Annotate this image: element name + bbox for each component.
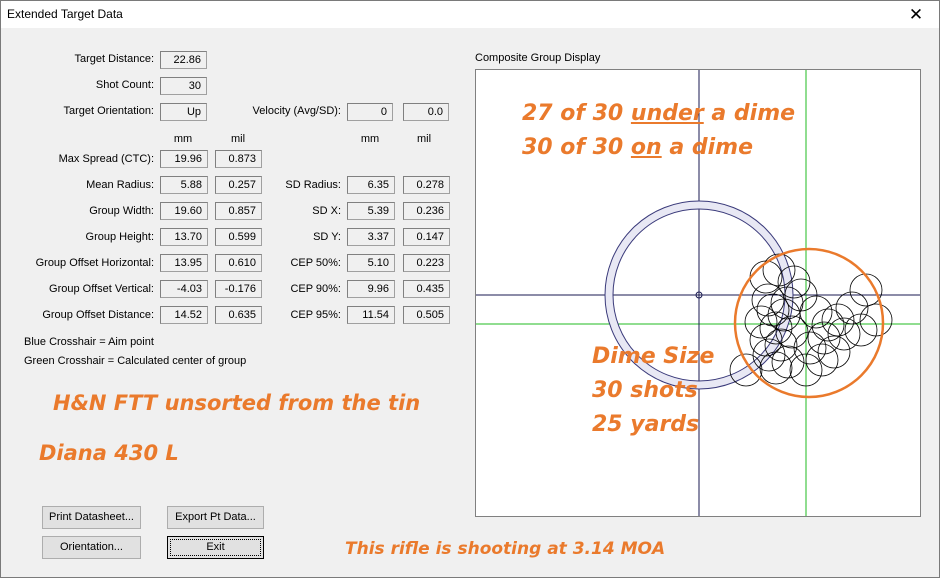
group-offset-distance-label: Group Offset Distance: <box>42 309 154 321</box>
cep-95-mil: 0.505 <box>403 306 450 324</box>
sd-x-label: SD X: <box>312 205 341 217</box>
sd-y-mil: 0.147 <box>403 228 450 246</box>
left-mil-header: mil <box>230 133 246 145</box>
export-pt-data-button[interactable]: Export Pt Data... <box>167 506 264 529</box>
group-offset-distance-mm: 14.52 <box>160 306 208 324</box>
extended-target-data-window: Extended Target Data ✕ Target Distance: … <box>0 0 940 578</box>
cep-95-label: CEP 95%: <box>290 309 341 321</box>
under-dime-annotation: 27 of 30 under a dime <box>522 101 796 126</box>
shot-hole <box>849 273 883 307</box>
sd-radius-mil: 0.278 <box>403 176 450 194</box>
group-height-mil: 0.599 <box>215 228 262 246</box>
max-spread-mil: 0.873 <box>215 150 262 168</box>
velocity-label: Velocity (Avg/SD): <box>252 105 341 117</box>
group-offset-vertical-label: Group Offset Vertical: <box>49 283 154 295</box>
shot-count-annotation: 30 shots <box>592 378 698 403</box>
close-icon[interactable]: ✕ <box>893 1 939 28</box>
sd-y-mm: 3.37 <box>347 228 395 246</box>
max-spread-label: Max Spread (CTC): <box>58 153 154 165</box>
composite-group-display: 27 of 30 under a dime 30 of 30 on a dime… <box>475 69 921 517</box>
group-height-label: Group Height: <box>85 231 154 243</box>
group-offset-horizontal-label: Group Offset Horizontal: <box>35 257 154 269</box>
shot-hole <box>771 345 805 379</box>
group-offset-distance-mil: 0.635 <box>215 306 262 324</box>
target-distance-label: Target Distance: <box>74 53 154 65</box>
shot-hole <box>859 303 893 337</box>
group-offset-horizontal-mm: 13.95 <box>160 254 208 272</box>
group-height-mm: 13.70 <box>160 228 208 246</box>
velocity-sd-value: 0.0 <box>403 103 449 121</box>
shot-hole <box>844 313 878 347</box>
cep-50-mm: 5.10 <box>347 254 395 272</box>
shot-hole <box>807 321 841 355</box>
group-offset-vertical-mm: -4.03 <box>160 280 208 298</box>
target-orientation-label: Target Orientation: <box>63 105 155 117</box>
sd-x-mm: 5.39 <box>347 202 395 220</box>
orientation-button[interactable]: Orientation... <box>42 536 141 559</box>
shot-hole <box>821 303 855 337</box>
mean-radius-mil: 0.257 <box>215 176 262 194</box>
cep-90-mm: 9.96 <box>347 280 395 298</box>
cep-50-label: CEP 50%: <box>290 257 341 269</box>
velocity-avg-value: 0 <box>347 103 393 121</box>
left-mm-header: mm <box>173 133 193 145</box>
group-width-label: Group Width: <box>89 205 154 217</box>
sd-radius-mm: 6.35 <box>347 176 395 194</box>
right-mm-header: mm <box>360 133 380 145</box>
distance-annotation: 25 yards <box>592 412 700 437</box>
print-datasheet-button[interactable]: Print Datasheet... <box>42 506 141 529</box>
shot-hole <box>759 351 793 385</box>
green-crosshair-legend: Green Crosshair = Calculated center of g… <box>24 355 247 367</box>
dime-size-annotation: Dime Size <box>592 344 715 369</box>
max-spread-mm: 19.96 <box>160 150 208 168</box>
composite-group-display-title: Composite Group Display <box>475 52 601 64</box>
mean-radius-mm: 5.88 <box>160 176 208 194</box>
dime-circle <box>733 247 885 399</box>
group-width-mil: 0.857 <box>215 202 262 220</box>
sd-radius-label: SD Radius: <box>285 179 341 191</box>
shot-hole <box>835 291 869 325</box>
group-offset-horizontal-mil: 0.610 <box>215 254 262 272</box>
group-offset-vertical-mil: -0.176 <box>215 280 262 298</box>
sd-y-label: SD Y: <box>313 231 341 243</box>
cep-90-label: CEP 90%: <box>290 283 341 295</box>
blue-crosshair-legend: Blue Crosshair = Aim point <box>24 336 154 348</box>
right-mil-header: mil <box>416 133 432 145</box>
exit-button[interactable]: Exit <box>167 536 264 559</box>
shot-count-value: 30 <box>160 77 207 95</box>
cep-90-mil: 0.435 <box>403 280 450 298</box>
shot-count-label: Shot Count: <box>95 79 154 91</box>
cep-50-mil: 0.223 <box>403 254 450 272</box>
cep-95-mm: 11.54 <box>347 306 395 324</box>
shot-hole <box>817 335 851 369</box>
mean-radius-label: Mean Radius: <box>86 179 154 191</box>
window-title: Extended Target Data <box>7 7 123 21</box>
group-width-mm: 19.60 <box>160 202 208 220</box>
sd-x-mil: 0.236 <box>403 202 450 220</box>
target-orientation-value: Up <box>160 103 207 121</box>
target-distance-value: 22.86 <box>160 51 207 69</box>
shot-hole <box>749 260 783 294</box>
pellet-annotation: H&N FTT unsorted from the tin <box>53 391 421 415</box>
title-bar: Extended Target Data ✕ <box>1 1 939 28</box>
on-dime-annotation: 30 of 30 on a dime <box>522 135 753 160</box>
rifle-annotation: Diana 430 L <box>39 441 179 465</box>
shot-hole <box>793 331 827 365</box>
moa-annotation: This rifle is shooting at 3.14 MOA <box>345 539 666 559</box>
